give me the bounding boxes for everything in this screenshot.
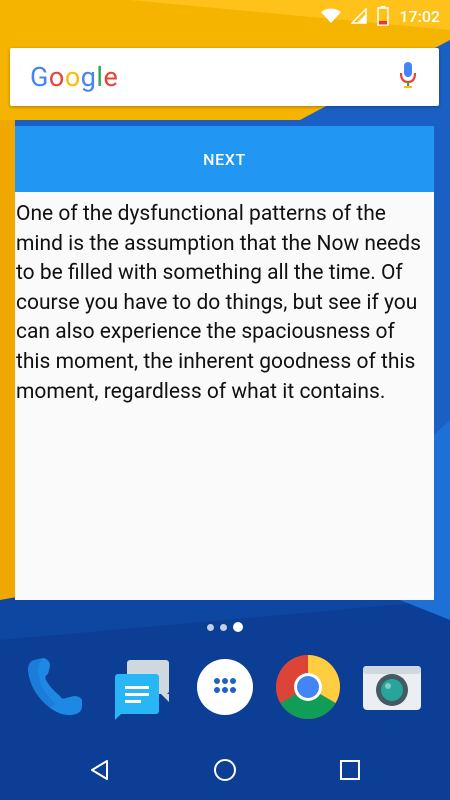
quote-text: One of the dysfunctional patterns of the… (16, 202, 421, 404)
battery-icon (377, 6, 390, 26)
google-logo-letter: l (96, 61, 104, 93)
page-dot[interactable] (207, 623, 214, 631)
google-logo-letter: o (64, 61, 81, 93)
page-dot-active[interactable] (233, 622, 243, 632)
google-search-bar[interactable]: Google (10, 48, 439, 106)
google-logo-letter: g (80, 61, 97, 93)
recents-icon[interactable] (330, 750, 370, 790)
status-time: 17:02 (399, 6, 440, 26)
camera-icon[interactable] (357, 652, 427, 722)
chrome-icon[interactable] (273, 652, 343, 722)
google-logo-letter: e (103, 61, 119, 93)
quote-widget: NEXT One of the dysfunctional patterns o… (15, 126, 434, 600)
dock (0, 652, 450, 722)
back-icon[interactable] (80, 750, 120, 790)
wifi-icon (321, 8, 342, 24)
signal-icon (351, 8, 368, 24)
google-logo-letter: G (30, 61, 49, 93)
navigation-bar (0, 740, 450, 800)
app-drawer-icon[interactable] (190, 652, 260, 722)
mic-icon[interactable] (399, 61, 417, 93)
home-icon[interactable] (205, 750, 245, 790)
messenger-icon[interactable] (105, 652, 175, 722)
google-logo: Google (30, 61, 118, 93)
page-indicator (0, 620, 450, 634)
phone-icon[interactable] (20, 652, 90, 722)
next-button[interactable]: NEXT (15, 126, 434, 192)
status-bar: 17:02 (0, 0, 450, 32)
google-logo-letter: o (48, 61, 65, 93)
page-dot[interactable] (220, 623, 227, 631)
